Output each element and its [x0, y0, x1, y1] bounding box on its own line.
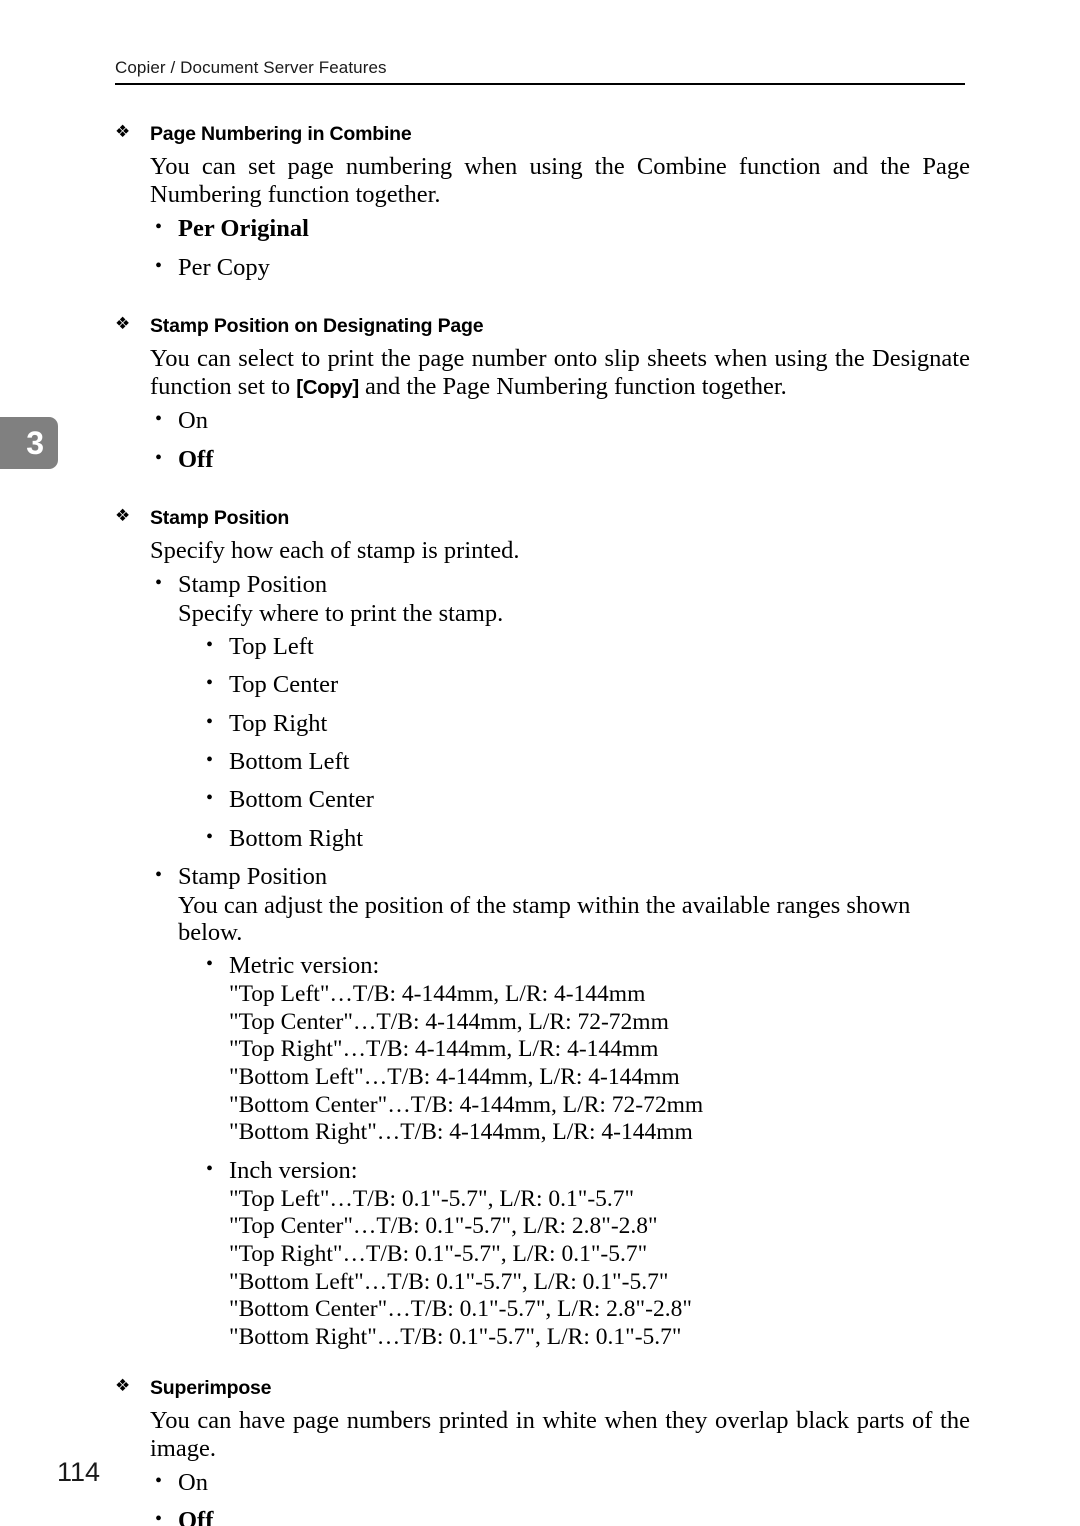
section-superimpose: ❖ Superimpose You can have page numbers …: [115, 1376, 975, 1526]
range-value: "Bottom Right"…T/B: 0.1"-5.7", L/R: 0.1"…: [229, 1324, 682, 1351]
range-group-list: • Metric version: "Top Left"…T/B: 4-144m…: [206, 952, 975, 1351]
list-bullet-icon: •: [155, 408, 163, 431]
list-item: • Stamp Position You can adjust the posi…: [155, 863, 975, 1352]
list-item: • Inch version: "Top Left"…T/B: 0.1"-5.7…: [206, 1157, 975, 1352]
list-bullet-icon: •: [206, 710, 214, 733]
range-value: "Top Right"…T/B: 4-144mm, L/R: 4-144mm: [229, 1036, 659, 1063]
range-group-label: Metric version:: [229, 952, 380, 980]
option-label: Per Original: [178, 215, 309, 243]
list-item: • Stamp Position Specify where to print …: [155, 571, 975, 853]
position-option: Top Right: [229, 709, 328, 737]
list-item: • Per Original: [155, 215, 975, 243]
section-title: Page Numbering in Combine: [150, 123, 412, 145]
range-value: "Bottom Center"…T/B: 0.1"-5.7", L/R: 2.8…: [229, 1296, 692, 1323]
section-stamp-position-on-designating-page: ❖ Stamp Position on Designating Page You…: [115, 314, 975, 474]
position-option: Bottom Left: [229, 747, 350, 775]
sub-item-label: Stamp Position: [178, 571, 328, 599]
manual-page: Copier / Document Server Features 3 ❖ Pa…: [0, 0, 1080, 1526]
section-bullet-icon: ❖: [115, 314, 131, 335]
list-bullet-icon: •: [206, 1158, 214, 1181]
range-value: "Bottom Center"…T/B: 4-144mm, L/R: 72-72…: [229, 1091, 704, 1118]
list-item: • Per Copy: [155, 254, 975, 282]
chapter-number: 3: [26, 425, 44, 461]
range-value: "Top Left"…T/B: 0.1"-5.7", L/R: 0.1"-5.7…: [229, 1185, 635, 1212]
option-label: Per Copy: [178, 253, 270, 281]
list-bullet-icon: •: [206, 825, 214, 848]
list-bullet-icon: •: [155, 254, 163, 277]
list-item: • Off: [155, 1507, 975, 1526]
option-label: On: [178, 407, 208, 435]
option-list: • On • Off: [155, 407, 975, 474]
position-option-list: • Top Left • Top Center • Top Right • Bo…: [206, 633, 975, 853]
range-value: "Top Center"…T/B: 4-144mm, L/R: 72-72mm: [229, 1008, 669, 1035]
list-item: • Bottom Right: [206, 825, 975, 853]
list-bullet-icon: •: [206, 633, 214, 656]
position-option: Bottom Right: [229, 824, 364, 852]
position-option: Bottom Center: [229, 786, 374, 814]
sub-item-description: You can adjust the position of the stamp…: [178, 891, 911, 947]
section-bullet-icon: ❖: [115, 1375, 131, 1396]
section-heading: ❖ Stamp Position: [115, 506, 975, 530]
section-heading: ❖ Stamp Position on Designating Page: [115, 314, 975, 338]
section-bullet-icon: ❖: [115, 122, 131, 142]
section-title: Superimpose: [150, 1376, 272, 1399]
option-label: On: [178, 1469, 208, 1497]
list-item: • Top Right: [206, 710, 975, 738]
position-option: Top Center: [229, 671, 339, 699]
list-bullet-icon: •: [155, 864, 163, 887]
range-value: "Top Center"…T/B: 0.1"-5.7", L/R: 2.8"-2…: [229, 1213, 658, 1240]
section-heading: ❖ Superimpose: [115, 1376, 975, 1400]
list-bullet-icon: •: [155, 216, 163, 239]
list-bullet-icon: •: [206, 787, 214, 810]
list-bullet-icon: •: [155, 1470, 163, 1493]
option-list: • Per Original • Per Copy: [155, 215, 975, 282]
section-bullet-icon: ❖: [115, 506, 131, 527]
list-item: • Top Center: [206, 671, 975, 699]
option-label: Off: [178, 1507, 214, 1526]
list-bullet-icon: •: [206, 953, 214, 976]
range-value: "Bottom Left"…T/B: 4-144mm, L/R: 4-144mm: [229, 1063, 680, 1090]
list-item: • Bottom Left: [206, 748, 975, 776]
section-paragraph: Specify how each of stamp is printed.: [150, 537, 520, 565]
sub-item-list: • Stamp Position Specify where to print …: [155, 571, 975, 1351]
section-paragraph: You can set page numbering when using th…: [150, 153, 970, 209]
list-item: • On: [155, 407, 975, 435]
section-paragraph: You can select to print the page number …: [150, 345, 970, 401]
running-head: Copier / Document Server Features: [115, 58, 387, 77]
list-bullet-icon: •: [155, 446, 163, 469]
section-stamp-position: ❖ Stamp Position Specify how each of sta…: [115, 506, 975, 1352]
position-option: Top Left: [229, 632, 314, 660]
option-label: Off: [178, 445, 214, 473]
page-body: ❖ Page Numbering in Combine You can set …: [115, 122, 975, 1526]
section-title: Stamp Position on Designating Page: [150, 315, 484, 338]
paragraph-text-after-keycap: and the Page Numbering function together…: [358, 373, 787, 401]
range-value: "Top Left"…T/B: 4-144mm, L/R: 4-144mm: [229, 980, 646, 1007]
header-rule: [115, 83, 965, 85]
list-item: • Bottom Center: [206, 786, 975, 814]
option-list: • On • Off: [155, 1469, 975, 1526]
section-page-numbering-in-combine: ❖ Page Numbering in Combine You can set …: [115, 122, 975, 282]
list-item: • Metric version: "Top Left"…T/B: 4-144m…: [206, 952, 975, 1147]
sub-item-label: Stamp Position: [178, 863, 328, 891]
keycap-copy: [Copy]: [296, 376, 359, 400]
list-bullet-icon: •: [206, 672, 214, 695]
list-bullet-icon: •: [155, 572, 163, 595]
range-group-label: Inch version:: [229, 1157, 358, 1185]
page-number: 114: [57, 1457, 101, 1487]
page-header: Copier / Document Server Features: [115, 58, 965, 85]
section-heading: ❖ Page Numbering in Combine: [115, 122, 975, 146]
chapter-tab: 3: [0, 417, 58, 469]
section-title: Stamp Position: [150, 507, 290, 530]
list-item: • On: [155, 1469, 975, 1497]
range-value: "Bottom Left"…T/B: 0.1"-5.7", L/R: 0.1"-…: [229, 1268, 669, 1295]
list-bullet-icon: •: [206, 748, 214, 771]
range-value: "Top Right"…T/B: 0.1"-5.7", L/R: 0.1"-5.…: [229, 1240, 648, 1267]
list-item: • Top Left: [206, 633, 975, 661]
section-paragraph: You can have page numbers printed in whi…: [150, 1407, 970, 1463]
list-item: • Off: [155, 446, 975, 474]
list-bullet-icon: •: [155, 1508, 163, 1526]
range-value: "Bottom Right"…T/B: 4-144mm, L/R: 4-144m…: [229, 1119, 693, 1146]
sub-item-description: Specify where to print the stamp.: [178, 599, 504, 627]
